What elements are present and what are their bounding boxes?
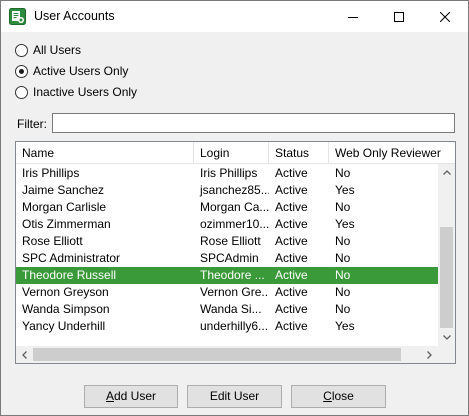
radio-button[interactable] (15, 85, 28, 99)
cell-web-only: No (335, 285, 351, 299)
chevron-left-icon (22, 350, 27, 359)
cell-name: SPC Administrator (22, 251, 121, 265)
list-rows: Iris Phillips Iris Phillips Active No Ja… (16, 165, 438, 335)
cell-name: Jaime Sanchez (22, 183, 105, 197)
chevron-down-icon (442, 335, 451, 340)
close-button[interactable]: Close (291, 385, 386, 408)
column-header-name[interactable]: Name (16, 142, 194, 164)
filter-label: Filter: (17, 117, 47, 131)
list-header: Name Login Status Web Only Reviewer (16, 142, 455, 164)
cell-name: Morgan Carlisle (22, 200, 107, 214)
edit-user-button[interactable]: Edit User (187, 385, 282, 408)
cell-status: Active (275, 166, 308, 180)
radio-all-users[interactable]: All Users (15, 42, 81, 58)
scroll-down-button[interactable] (438, 329, 455, 346)
radio-label: Inactive Users Only (33, 85, 138, 99)
close-icon (440, 11, 450, 22)
table-row[interactable]: Rose Elliott Rose Elliott Active No (16, 233, 438, 250)
table-row[interactable]: Vernon Greyson Vernon Gre... Active No (16, 284, 438, 301)
close-window-button[interactable] (422, 1, 468, 32)
cell-name: Wanda Simpson (22, 302, 110, 316)
cell-web-only: No (335, 234, 351, 248)
minimize-button[interactable] (330, 1, 376, 32)
cell-web-only: No (335, 251, 351, 265)
table-row[interactable]: Yancy Underhill underhilly6... Active Ye… (16, 318, 438, 335)
window-title: User Accounts (34, 9, 115, 23)
radio-inactive-users[interactable]: Inactive Users Only (15, 84, 137, 100)
cell-login: Morgan Ca... (200, 200, 269, 214)
chevron-up-icon (442, 170, 451, 175)
cell-web-only: No (335, 166, 351, 180)
cell-login: underhilly6... (200, 319, 269, 333)
table-row[interactable]: Jaime Sanchez jsanchez85... Active Yes (16, 182, 438, 199)
users-list[interactable]: Name Login Status Web Only Reviewer Iris… (15, 141, 456, 364)
cell-name: Rose Elliott (22, 234, 83, 248)
cell-login: Iris Phillips (200, 166, 258, 180)
table-row[interactable]: Morgan Carlisle Morgan Ca... Active No (16, 199, 438, 216)
cell-web-only: No (335, 268, 351, 282)
cell-web-only: Yes (335, 217, 355, 231)
cell-login: ozimmer10... (200, 217, 269, 231)
table-row[interactable]: Iris Phillips Iris Phillips Active No (16, 165, 438, 182)
cell-login: jsanchez85... (200, 183, 269, 197)
scrollbar-corner (438, 346, 455, 363)
cell-status: Active (275, 285, 308, 299)
cell-web-only: No (335, 200, 351, 214)
cell-login: Theodore ... (200, 268, 265, 282)
filter-input[interactable] (52, 113, 455, 133)
cell-name: Yancy Underhill (22, 319, 106, 333)
cell-status: Active (275, 183, 308, 197)
radio-label: All Users (33, 43, 82, 57)
button-label: dd User (113, 389, 157, 403)
mnemonic-letter: A (105, 389, 114, 403)
cell-name: Theodore Russell (22, 268, 117, 282)
table-row[interactable]: Otis Zimmerman ozimmer10... Active Yes (16, 216, 438, 233)
cell-web-only: Yes (335, 183, 355, 197)
cell-login: Vernon Gre... (200, 285, 269, 299)
cell-status: Active (275, 251, 308, 265)
scroll-left-button[interactable] (16, 346, 33, 363)
button-label: lose (331, 389, 354, 403)
cell-login: Rose Elliott (200, 234, 261, 248)
column-header-login[interactable]: Login (194, 142, 269, 164)
vertical-scrollbar[interactable] (438, 164, 455, 346)
cell-login: SPCAdmin (200, 251, 259, 265)
title-bar[interactable]: User Accounts (1, 1, 468, 32)
scroll-up-button[interactable] (438, 164, 455, 181)
cell-status: Active (275, 268, 308, 282)
horizontal-scrollbar[interactable] (16, 346, 438, 363)
cell-web-only: No (335, 302, 351, 316)
scroll-right-button[interactable] (421, 346, 438, 363)
column-header-status[interactable]: Status (269, 142, 329, 164)
chevron-right-icon (427, 350, 432, 359)
cell-login: Wanda Si... (200, 302, 262, 316)
maximize-icon (394, 11, 404, 22)
cell-name: Vernon Greyson (22, 285, 109, 299)
column-header-web-only-reviewer[interactable]: Web Only Reviewer (329, 142, 455, 164)
horizontal-scroll-thumb[interactable] (33, 348, 401, 361)
add-user-button[interactable]: Add User (84, 385, 178, 408)
cell-status: Active (275, 217, 308, 231)
table-row[interactable]: SPC Administrator SPCAdmin Active No (16, 250, 438, 267)
radio-label: Active Users Only (33, 64, 129, 78)
radio-button[interactable] (15, 64, 28, 78)
cell-status: Active (275, 302, 308, 316)
cell-web-only: Yes (335, 319, 355, 333)
cell-status: Active (275, 200, 308, 214)
cell-status: Active (275, 234, 308, 248)
table-row[interactable]: Wanda Simpson Wanda Si... Active No (16, 301, 438, 318)
mnemonic-letter: C (323, 389, 332, 403)
user-accounts-window: User Accounts All Users Active Users Onl… (0, 0, 469, 416)
radio-button[interactable] (15, 43, 28, 57)
table-row-selected[interactable]: Theodore Russell Theodore ... Active No (16, 267, 438, 284)
cell-name: Otis Zimmerman (22, 217, 111, 231)
minimize-icon (348, 16, 358, 18)
cell-name: Iris Phillips (22, 166, 80, 180)
app-icon (9, 8, 26, 25)
radio-active-users[interactable]: Active Users Only (15, 63, 128, 79)
maximize-button[interactable] (376, 1, 422, 32)
cell-status: Active (275, 319, 308, 333)
vertical-scroll-thumb[interactable] (440, 227, 453, 328)
